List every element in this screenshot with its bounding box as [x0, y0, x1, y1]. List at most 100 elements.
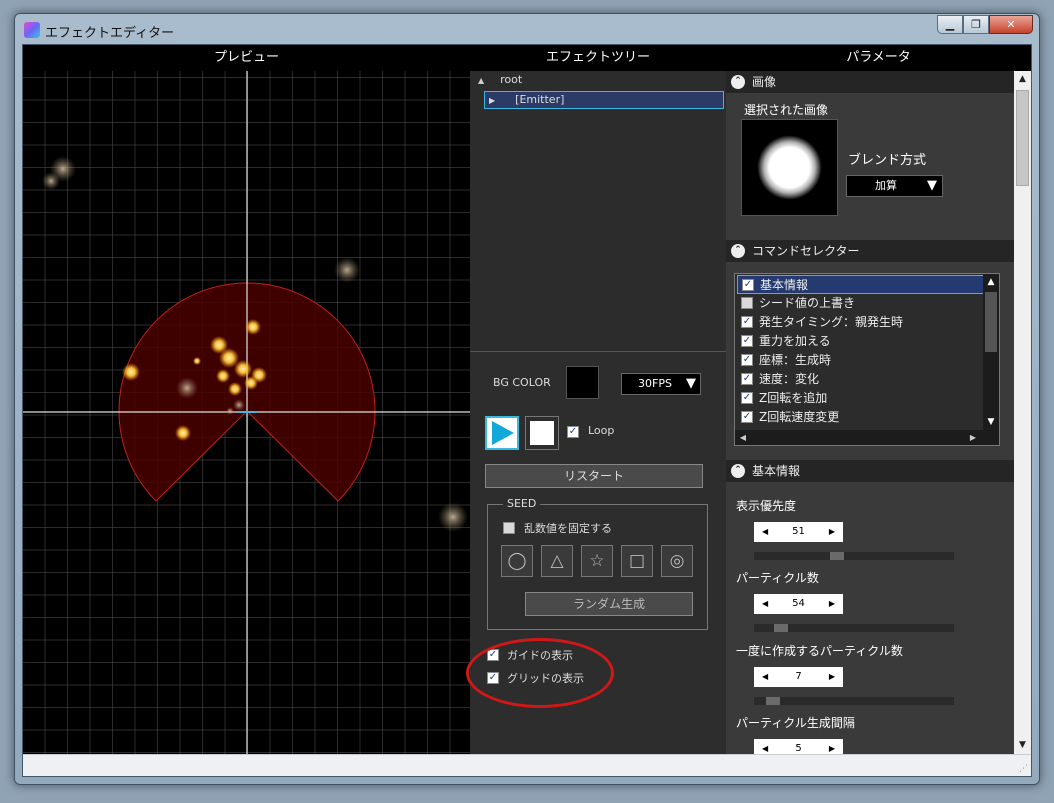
- collapse-chevron-icon[interactable]: ⌃: [731, 244, 745, 258]
- minimize-button[interactable]: ▁: [937, 15, 963, 34]
- playback-controls: BG COLOR 30FPS ▼ ✓ Loop リスタート SEED 乱数値を固定…: [466, 351, 726, 754]
- status-bar: ⋰: [23, 754, 1031, 776]
- slider-knob[interactable]: [766, 697, 780, 705]
- loop-checkbox[interactable]: ✓: [567, 426, 579, 438]
- command-checkbox[interactable]: ✓: [742, 279, 754, 291]
- fix-random-checkbox[interactable]: [503, 522, 515, 534]
- increment-icon[interactable]: ▶: [829, 522, 835, 542]
- section-title: 基本情報: [752, 464, 801, 478]
- window-controls: ▁ ❐ ✕: [937, 15, 1033, 34]
- collapse-icon[interactable]: ▶: [489, 96, 495, 105]
- app-icon: [24, 22, 40, 38]
- random-generate-button[interactable]: ランダム生成: [525, 592, 693, 616]
- dropdown-arrow-icon: ▼: [686, 376, 696, 391]
- slider-knob[interactable]: [830, 552, 844, 560]
- command-checkbox[interactable]: ✓: [741, 316, 753, 328]
- list-item[interactable]: ✓ 発生タイミング：親発生時: [737, 313, 984, 332]
- command-label: 速度：変化: [759, 372, 820, 386]
- tree-header: エフェクトツリー: [470, 45, 726, 71]
- tree-node-label: root: [500, 73, 523, 86]
- command-label: Z回転を追加: [759, 391, 828, 405]
- expand-icon[interactable]: ▲: [478, 76, 484, 85]
- command-checkbox[interactable]: [741, 297, 753, 309]
- scroll-up-icon[interactable]: ▲: [1014, 71, 1031, 88]
- command-list[interactable]: ✓ 基本情報 シード値の上書き ✓ 発生タイミング：親発生時 ✓ 重力を加える ✓ 座標…: [734, 273, 1000, 446]
- priority-slider[interactable]: [754, 552, 954, 560]
- seed-double-circle-button[interactable]: ◎: [661, 545, 693, 577]
- command-checkbox[interactable]: ✓: [741, 392, 753, 404]
- scroll-up-icon[interactable]: ▲: [983, 274, 999, 290]
- fix-random-label: 乱数値を固定する: [524, 522, 612, 535]
- command-checkbox[interactable]: ✓: [741, 354, 753, 366]
- play-button[interactable]: [485, 416, 519, 450]
- list-item[interactable]: シード値の上書き: [737, 294, 984, 313]
- particle-count-stepper[interactable]: ◀ 54 ▶: [754, 594, 843, 614]
- effect-tree[interactable]: ▲ root ▶ [Emitter]: [470, 71, 726, 351]
- list-item[interactable]: ✓ 速度：変化: [737, 370, 984, 389]
- field-label: パーティクル生成間隔: [736, 716, 855, 730]
- bg-color-swatch[interactable]: [566, 366, 599, 399]
- increment-icon[interactable]: ▶: [829, 594, 835, 614]
- scroll-thumb[interactable]: [985, 292, 997, 352]
- particle-count-slider[interactable]: [754, 624, 954, 632]
- increment-icon[interactable]: ▶: [829, 739, 835, 754]
- command-checkbox[interactable]: ✓: [741, 373, 753, 385]
- command-checkbox[interactable]: ✓: [741, 335, 753, 347]
- command-section-header[interactable]: ⌃ コマンドセレクター: [726, 240, 1016, 262]
- list-item[interactable]: ✓ 座標：生成時: [737, 351, 984, 370]
- priority-stepper[interactable]: ◀ 51 ▶: [754, 522, 843, 542]
- command-list-scrollbar[interactable]: ▲ ▼: [983, 274, 999, 432]
- title-bar[interactable]: エフェクトエディター ▁ ❐ ✕: [15, 14, 1039, 44]
- seed-group: SEED 乱数値を固定する ◯ △ ☆ □ ◎ ランダム生成: [487, 497, 708, 630]
- particles-per-burst-stepper[interactable]: ◀ 7 ▶: [754, 667, 843, 687]
- seed-square-button[interactable]: □: [621, 545, 653, 577]
- basic-section-header[interactable]: ⌃ 基本情報: [726, 460, 1016, 482]
- params-scrollbar[interactable]: ▲ ▼: [1014, 71, 1031, 754]
- collapse-chevron-icon[interactable]: ⌃: [731, 464, 745, 478]
- tree-node-emitter[interactable]: ▶ [Emitter]: [484, 91, 724, 109]
- bg-color-label: BG COLOR: [493, 376, 551, 389]
- field-label: 表示優先度: [736, 499, 797, 513]
- command-label: 発生タイミング：親発生時: [759, 315, 904, 329]
- command-checkbox[interactable]: ✓: [741, 411, 753, 423]
- scroll-right-icon[interactable]: ▶: [965, 430, 981, 445]
- window-title: エフェクトエディター: [45, 26, 175, 41]
- tree-node-label: [Emitter]: [515, 93, 565, 106]
- seed-star-button[interactable]: ☆: [581, 545, 613, 577]
- field-label: パーティクル数: [736, 571, 819, 585]
- collapse-chevron-icon[interactable]: ⌃: [731, 75, 745, 89]
- scroll-left-icon[interactable]: ◀: [735, 430, 751, 445]
- scroll-down-icon[interactable]: ▼: [983, 414, 999, 430]
- spawn-interval-stepper[interactable]: ◀ 5 ▶: [754, 739, 843, 754]
- fps-select[interactable]: 30FPS ▼: [621, 373, 701, 395]
- dropdown-arrow-icon: ▼: [927, 178, 937, 193]
- blend-mode-select[interactable]: 加算 ▼: [846, 175, 943, 197]
- scroll-down-icon[interactable]: ▼: [1014, 737, 1031, 754]
- loop-label: Loop: [588, 424, 615, 437]
- restart-button[interactable]: リスタート: [485, 464, 703, 488]
- fps-value: 30FPS: [638, 377, 672, 390]
- list-item[interactable]: ✓ 重力を加える: [737, 332, 984, 351]
- section-title: 画像: [752, 75, 777, 89]
- seed-circle-button[interactable]: ◯: [501, 545, 533, 577]
- list-item[interactable]: ✓ Z回転速度変更: [737, 408, 984, 427]
- resize-grip-icon[interactable]: ⋰: [1019, 764, 1028, 774]
- image-thumbnail[interactable]: [741, 119, 838, 216]
- tree-node-root[interactable]: ▲ root: [478, 73, 522, 86]
- preview-canvas[interactable]: [23, 71, 470, 754]
- list-item[interactable]: ✓ 基本情報: [737, 275, 984, 294]
- maximize-button[interactable]: ❐: [963, 15, 989, 34]
- command-label: Z回転速度変更: [759, 410, 840, 424]
- list-item[interactable]: ✓ Z回転を追加: [737, 389, 984, 408]
- particles-per-burst-slider[interactable]: [754, 697, 954, 705]
- close-button[interactable]: ✕: [989, 15, 1033, 34]
- scroll-thumb[interactable]: [1016, 90, 1029, 186]
- section-title: コマンドセレクター: [752, 244, 860, 258]
- increment-icon[interactable]: ▶: [829, 667, 835, 687]
- stop-button[interactable]: [525, 416, 559, 450]
- slider-knob[interactable]: [774, 624, 788, 632]
- image-section-header[interactable]: ⌃ 画像: [726, 71, 1016, 93]
- command-list-hscrollbar[interactable]: ◀ ▶: [735, 430, 999, 445]
- highlight-ellipse: [466, 638, 614, 708]
- seed-triangle-button[interactable]: △: [541, 545, 573, 577]
